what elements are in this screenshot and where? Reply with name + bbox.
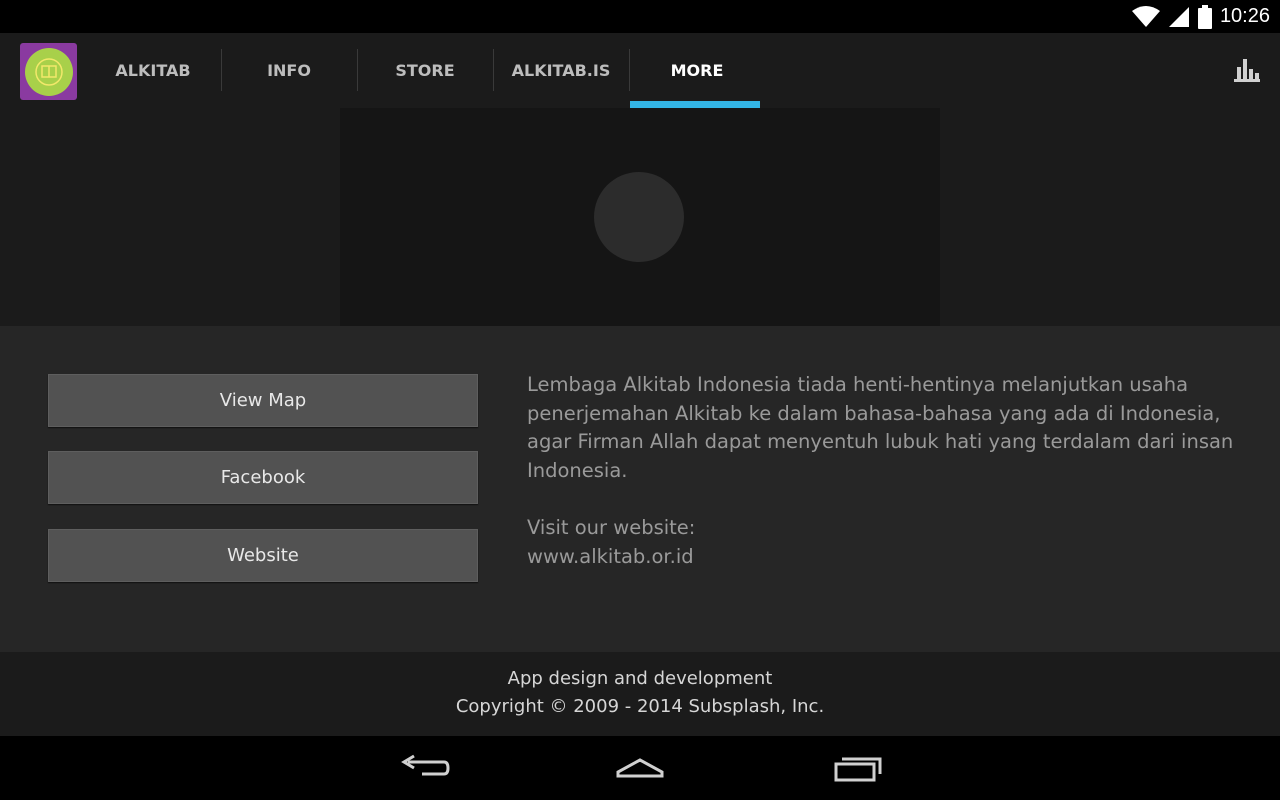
tab-store[interactable]: STORE xyxy=(358,33,492,108)
content-section: View Map Facebook Website Lembaga Alkita… xyxy=(0,326,1280,652)
footer-credit: App design and development xyxy=(507,668,773,689)
cellular-signal-icon xyxy=(1168,6,1189,27)
app-logo xyxy=(24,47,73,96)
footer-copyright: Copyright © 2009 - 2014 Subsplash, Inc. xyxy=(455,696,825,717)
status-bar: 10:26 xyxy=(0,0,1280,33)
loading-indicator xyxy=(594,172,684,262)
website-url[interactable]: www.alkitab.or.id xyxy=(527,543,695,572)
tab-alkitab[interactable]: ALKITAB xyxy=(86,33,220,108)
hero-banner xyxy=(0,108,1280,326)
app-icon[interactable] xyxy=(20,43,77,100)
bible-logo-icon xyxy=(34,57,63,86)
view-map-button[interactable]: View Map xyxy=(48,374,478,427)
website-info: Visit our website: www.alkitab.or.id xyxy=(527,514,695,571)
status-time: 10:26 xyxy=(1219,5,1270,27)
tab-more[interactable]: MORE xyxy=(630,33,764,108)
active-tab-indicator xyxy=(630,101,760,108)
website-button[interactable]: Website xyxy=(48,529,478,582)
description: Lembaga Alkitab Indonesia tiada henti-he… xyxy=(527,371,1247,486)
home-icon[interactable] xyxy=(610,748,670,788)
action-bar: ALKITAB INFO STORE ALKITAB.IS MORE xyxy=(0,33,1280,108)
tab-info[interactable]: INFO xyxy=(222,33,356,108)
footer: App design and development Copyright © 2… xyxy=(0,652,1280,736)
recent-apps-icon[interactable] xyxy=(828,748,888,788)
back-icon[interactable] xyxy=(394,748,454,788)
status-icons: 10:26 xyxy=(1131,0,1270,33)
tab-alkitab-is[interactable]: ALKITAB.IS xyxy=(494,33,628,108)
bar-chart-icon[interactable] xyxy=(1232,55,1262,85)
description-text: Lembaga Alkitab Indonesia tiada henti-he… xyxy=(527,373,1234,483)
wifi-icon xyxy=(1131,5,1160,27)
facebook-button[interactable]: Facebook xyxy=(48,451,478,504)
navigation-bar xyxy=(0,736,1280,800)
visit-label: Visit our website: xyxy=(527,516,696,539)
battery-icon xyxy=(1197,4,1212,29)
